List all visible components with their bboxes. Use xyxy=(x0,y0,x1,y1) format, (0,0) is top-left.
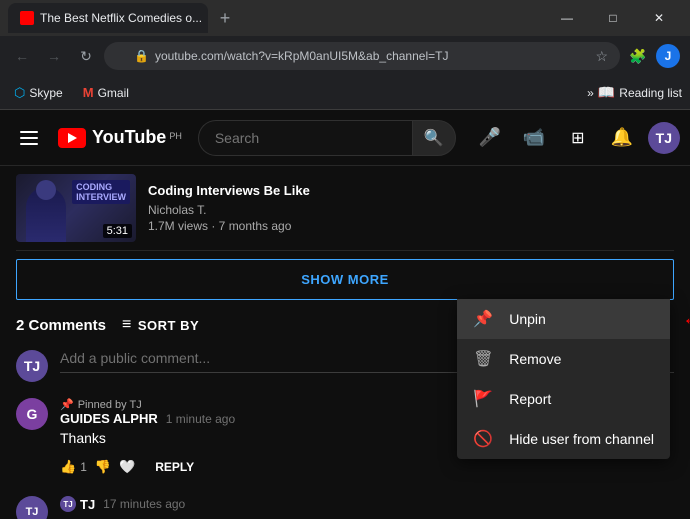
like-button-guides[interactable]: 👍 1 xyxy=(60,459,87,475)
unpin-icon: 📌 xyxy=(473,309,493,329)
window-controls: — □ ✕ xyxy=(544,0,682,36)
pin-icon: 📌 xyxy=(60,398,74,411)
video-meta: 1.7M views · 7 months ago xyxy=(148,219,674,233)
header-icons: 🎤 📹 ⊞ 🔔 TJ xyxy=(472,120,680,156)
reader-icon: 📖 xyxy=(598,84,615,101)
forward-button[interactable]: → xyxy=(40,42,68,70)
search-input[interactable] xyxy=(198,120,412,156)
video-label: CODINGINTERVIEW xyxy=(72,180,130,204)
comment-item-tj: TJ TJ TJ 17 minutes ago Test 👍 👎 xyxy=(16,496,674,519)
remove-icon: 🗑 xyxy=(473,349,493,369)
youtube-logo[interactable]: YouTube PH xyxy=(58,127,182,148)
youtube-logo-text: YouTube xyxy=(92,127,166,148)
new-tab-button[interactable]: + xyxy=(212,5,238,31)
maximize-button[interactable]: □ xyxy=(590,0,636,36)
address-bar[interactable]: 🔒 youtube.com/watch?v=kRpM0anUI5M&ab_cha… xyxy=(104,42,620,70)
dislike-button-guides[interactable]: 👎 xyxy=(95,459,111,475)
red-arrow-indicator: ← xyxy=(682,308,690,331)
context-report-item[interactable]: 🚩 Report xyxy=(457,379,670,419)
gmail-label: Gmail xyxy=(98,86,129,100)
youtube-header: YouTube PH 🔍 🎤 📹 ⊞ 🔔 TJ xyxy=(0,110,690,166)
comments-count: 2 Comments xyxy=(16,317,106,334)
tab-favicon xyxy=(20,11,34,25)
video-duration: 5:31 xyxy=(103,224,132,238)
youtube-page: YouTube PH 🔍 🎤 📹 ⊞ 🔔 TJ CODINGINTERV xyxy=(0,110,690,519)
show-more-button[interactable]: SHOW MORE xyxy=(16,259,674,300)
active-tab[interactable]: The Best Netflix Comedies o... ✕ xyxy=(8,3,208,33)
report-icon: 🚩 xyxy=(473,389,493,409)
remove-label: Remove xyxy=(509,351,561,367)
video-thumbnail[interactable]: CODINGINTERVIEW 5:31 xyxy=(16,174,136,242)
hide-label: Hide user from channel xyxy=(509,431,654,447)
close-button[interactable]: ✕ xyxy=(636,0,682,36)
user-avatar[interactable]: TJ xyxy=(648,122,680,154)
tab-title: The Best Netflix Comedies o... xyxy=(40,11,202,25)
youtube-logo-icon xyxy=(58,128,86,148)
context-unpin-item[interactable]: 📌 Unpin ← xyxy=(457,299,670,339)
comment-time-tj: 17 minutes ago xyxy=(103,497,185,511)
youtube-region-label: PH xyxy=(169,131,182,141)
gmail-icon: M xyxy=(83,85,94,100)
video-item: CODINGINTERVIEW 5:31 Coding Interviews B… xyxy=(16,166,674,251)
context-menu: 📌 Unpin ← 🗑 Remove 🚩 Report 🚫 Hide user … xyxy=(457,299,670,459)
star-icon[interactable]: ☆ xyxy=(595,48,608,65)
minimize-button[interactable]: — xyxy=(544,0,590,36)
comment-time-guides: 1 minute ago xyxy=(166,412,235,426)
heart-icon: 🤍 xyxy=(119,459,135,475)
tj-avatar: TJ xyxy=(16,496,48,519)
video-info: Coding Interviews Be Like Nicholas T. 1.… xyxy=(148,183,674,234)
video-channel: Nicholas T. xyxy=(148,203,674,217)
sort-label: SORT BY xyxy=(138,318,199,333)
extensions-icon[interactable]: 🧩 xyxy=(624,42,652,70)
skype-icon: ⬡ xyxy=(14,85,25,101)
bookmarks-bar: ⬡ Skype M Gmail » 📖 Reading list xyxy=(0,76,690,110)
sort-button[interactable]: ≡ SORT BY xyxy=(122,316,199,334)
apps-button[interactable]: ⊞ xyxy=(560,120,596,156)
notifications-button[interactable]: 🔔 xyxy=(604,120,640,156)
current-user-avatar: TJ xyxy=(16,350,48,382)
tj-mini-avatar: TJ xyxy=(60,496,76,512)
thumbs-down-icon: 👎 xyxy=(95,459,111,475)
reading-list-label: Reading list xyxy=(619,86,682,100)
reading-list-button[interactable]: » 📖 Reading list xyxy=(587,84,682,101)
thumbs-up-icon: 👍 xyxy=(60,459,76,475)
search-bar: 🔍 xyxy=(198,120,456,156)
create-button[interactable]: 📹 xyxy=(516,120,552,156)
comment-body-tj: TJ TJ 17 minutes ago Test 👍 👎 🤍 xyxy=(60,496,674,519)
comment-author-guides: GUIDES ALPHR xyxy=(60,411,158,426)
pinned-by-text: Pinned by TJ xyxy=(78,399,142,411)
comment-author-tj: TJ xyxy=(80,497,95,512)
video-title: Coding Interviews Be Like xyxy=(148,183,674,200)
tab-bar: The Best Netflix Comedies o... ✕ + — □ ✕ xyxy=(0,0,690,36)
gmail-bookmark[interactable]: M Gmail xyxy=(77,81,135,104)
youtube-content: CODINGINTERVIEW 5:31 Coding Interviews B… xyxy=(0,166,690,300)
lock-icon: 🔒 xyxy=(134,49,149,63)
skype-bookmark[interactable]: ⬡ Skype xyxy=(8,81,69,105)
skype-label: Skype xyxy=(29,86,62,100)
address-bar-row: ← → ↻ 🔒 youtube.com/watch?v=kRpM0anUI5M&… xyxy=(0,36,690,76)
context-remove-item[interactable]: 🗑 Remove xyxy=(457,339,670,379)
hamburger-menu-button[interactable] xyxy=(16,127,42,149)
profile-avatar[interactable]: J xyxy=(656,44,680,68)
unpin-label: Unpin xyxy=(509,311,546,327)
back-button[interactable]: ← xyxy=(8,42,36,70)
refresh-button[interactable]: ↻ xyxy=(72,42,100,70)
browser-action-icons: 🧩 J xyxy=(624,42,682,70)
extensions-label: » xyxy=(587,86,594,100)
like-count-guides: 1 xyxy=(80,460,87,474)
hide-icon: 🚫 xyxy=(473,429,493,449)
reply-button-guides[interactable]: REPLY xyxy=(143,454,206,480)
profile-icon[interactable]: J xyxy=(654,42,682,70)
context-hide-item[interactable]: 🚫 Hide user from channel xyxy=(457,419,670,459)
browser-chrome: The Best Netflix Comedies o... ✕ + — □ ✕… xyxy=(0,0,690,110)
mic-button[interactable]: 🎤 xyxy=(472,120,508,156)
search-button[interactable]: 🔍 xyxy=(412,120,456,156)
comment-header-tj: TJ TJ 17 minutes ago xyxy=(60,496,674,512)
sort-icon: ≡ xyxy=(122,316,132,334)
report-label: Report xyxy=(509,391,551,407)
guides-avatar: G xyxy=(16,398,48,430)
heart-button-guides[interactable]: 🤍 xyxy=(119,459,135,475)
address-text: youtube.com/watch?v=kRpM0anUI5M&ab_chann… xyxy=(155,49,449,63)
